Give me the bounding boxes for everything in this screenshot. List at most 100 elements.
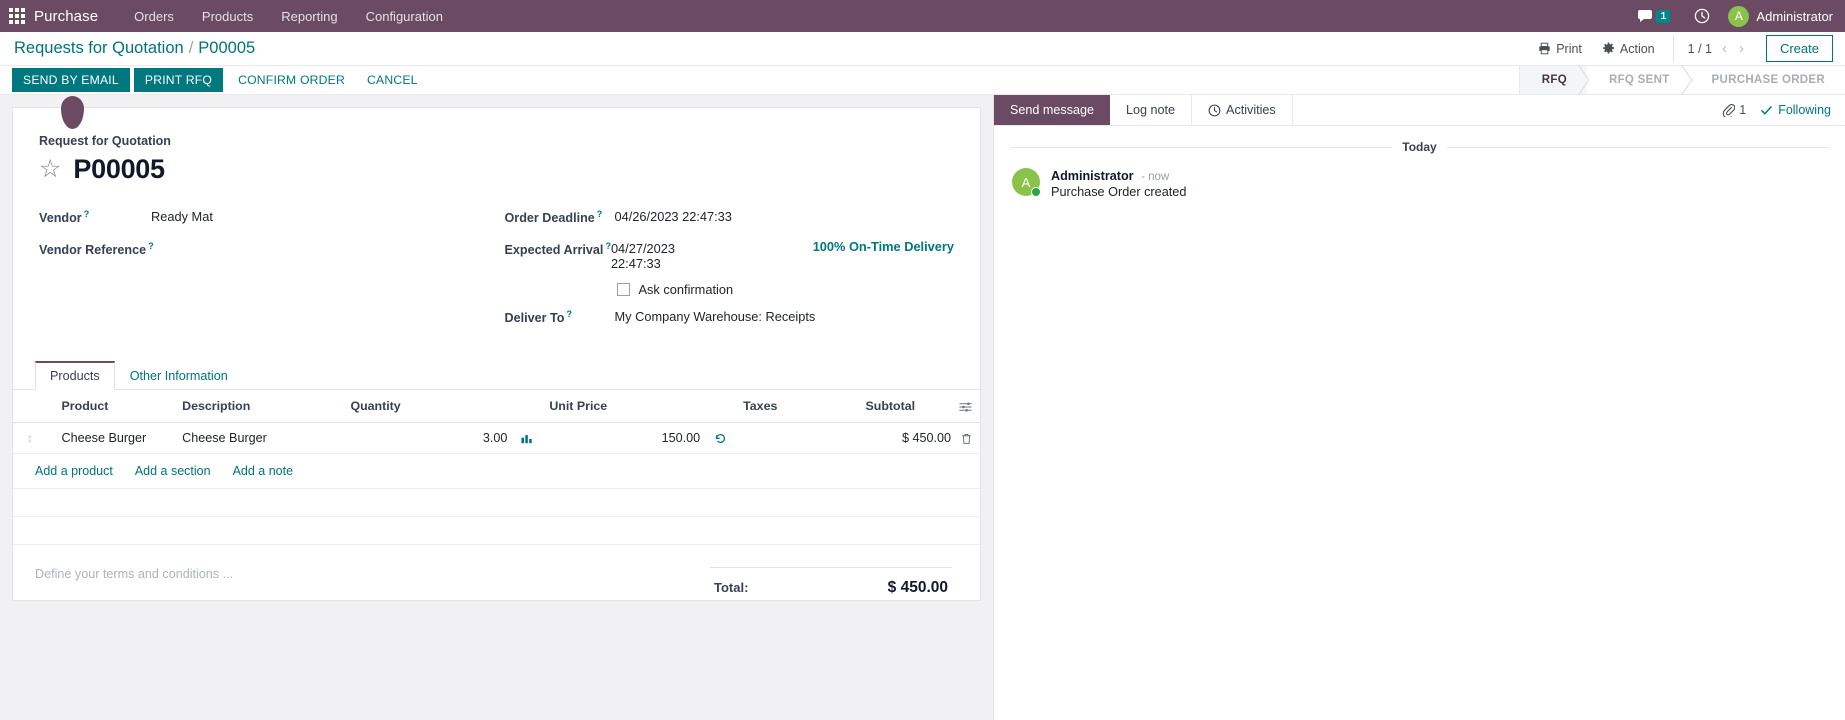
cell-subtotal: $ 450.00 <box>857 422 980 455</box>
unit-price-wrap: 150.00 <box>549 431 727 445</box>
star-outline-icon[interactable]: ☆ <box>39 157 61 182</box>
print-rfq-button[interactable]: PRINT RFQ <box>133 68 224 92</box>
chevron-right-icon[interactable]: › <box>1737 40 1746 57</box>
chatter-panel: Send message Log note Activities 1 Follo… <box>993 95 1845 720</box>
chevron-left-icon[interactable]: ‹ <box>1720 40 1729 57</box>
nav-menu-orders[interactable]: Orders <box>120 3 188 30</box>
field-expected-arrival-value[interactable]: 04/27/2023 22:47:33 <box>611 239 693 271</box>
field-ask-confirmation: Ask confirmation <box>505 275 955 303</box>
log-note-button[interactable]: Log note <box>1110 95 1191 125</box>
add-line-links: Add a product Add a section Add a note <box>13 454 980 490</box>
navbar-systray: 1 A Administrator <box>1625 5 1837 27</box>
cancel-button[interactable]: CANCEL <box>356 68 429 92</box>
following-toggle[interactable]: Following <box>1760 103 1831 117</box>
statusbar-buttons: SEND BY EMAIL PRINT RFQ CONFIRM ORDER CA… <box>0 66 1519 94</box>
add-a-product-link[interactable]: Add a product <box>35 464 113 478</box>
apps-grid-icon[interactable] <box>6 5 28 27</box>
table-row[interactable]: ↕ Cheese Burger Cheese Burger 3.00 150.0… <box>13 422 980 455</box>
paperclip-icon <box>1722 103 1736 117</box>
breadcrumb-root-link[interactable]: Requests for Quotation <box>14 39 184 58</box>
user-menu[interactable]: A Administrator <box>1722 5 1837 27</box>
breadcrumb: Requests for Quotation / P00005 <box>14 39 255 58</box>
send-by-email-button[interactable]: SEND BY EMAIL <box>12 68 130 92</box>
pager-value: 1 / 1 <box>1687 41 1712 56</box>
field-vendor-label-text: Vendor <box>39 211 82 226</box>
drag-handle-icon[interactable]: ↕ <box>21 431 33 445</box>
cell-product[interactable]: Cheese Burger <box>41 422 175 455</box>
trash-icon[interactable] <box>961 431 972 445</box>
cell-description[interactable]: Cheese Burger <box>174 422 343 455</box>
column-taxes[interactable]: Taxes <box>735 390 858 423</box>
send-message-button[interactable]: Send message <box>994 95 1111 125</box>
field-expected-arrival: Expected Arrival? 04/27/2023 22:47:33 10… <box>505 239 955 271</box>
activities-label: Activities <box>1226 103 1276 117</box>
message-body: Purchase Order created <box>1051 185 1187 199</box>
add-a-note-link[interactable]: Add a note <box>233 464 293 478</box>
ask-confirmation-checkbox[interactable] <box>616 282 630 296</box>
quantity-wrap: 3.00 <box>350 431 533 445</box>
column-product[interactable]: Product <box>41 390 175 423</box>
field-deliver-to-value[interactable]: My Company Warehouse: Receipts <box>615 307 816 324</box>
nav-menu-products[interactable]: Products <box>188 3 267 30</box>
activities-button[interactable]: Activities <box>1191 95 1293 125</box>
field-vendor-value[interactable]: Ready Mat <box>151 207 213 224</box>
create-button[interactable]: Create <box>1765 35 1833 62</box>
on-time-delivery-badge: 100% On-Time Delivery <box>812 239 954 254</box>
tab-other-information[interactable]: Other Information <box>115 361 243 390</box>
field-order-deadline-label-text: Order Deadline <box>504 211 595 226</box>
order-lines-head: Product Description Quantity Unit Price … <box>13 390 980 423</box>
confirm-order-button[interactable]: CONFIRM ORDER <box>227 68 356 92</box>
terms-and-conditions-input[interactable]: Define your terms and conditions ... <box>23 561 710 587</box>
help-icon[interactable]: ? <box>148 241 154 251</box>
attachment-counter[interactable]: 1 <box>1722 103 1746 117</box>
chatter-toolbar: Send message Log note Activities 1 Follo… <box>994 95 1845 126</box>
stage-purchase-order[interactable]: PURCHASE ORDER <box>1689 66 1845 94</box>
stage-rfq-sent[interactable]: RFQ SENT <box>1586 66 1690 94</box>
app-brand-purchase[interactable]: Purchase <box>34 8 98 25</box>
control-panel-left: Requests for Quotation / P00005 <box>0 32 1528 65</box>
message-header: Administrator - now <box>1051 169 1186 183</box>
check-icon <box>1761 105 1772 114</box>
field-order-deadline-value[interactable]: 04/26/2023 22:47:33 <box>615 207 732 224</box>
table-header-row: Product Description Quantity Unit Price … <box>13 390 980 423</box>
field-vendor-reference: Vendor Reference? <box>39 239 497 267</box>
cell-quantity[interactable]: 3.00 <box>342 422 542 455</box>
column-unit-price[interactable]: Unit Price <box>541 390 736 423</box>
nav-menu-configuration[interactable]: Configuration <box>352 3 457 30</box>
column-options-icon[interactable] <box>959 399 972 413</box>
row-drag-handle-cell: ↕ <box>13 422 42 455</box>
messages-badge-count: 1 <box>1656 9 1671 23</box>
clock-icon[interactable] <box>1682 8 1722 24</box>
chatter-toolbar-spacer <box>1293 95 1723 125</box>
message-author: Administrator <box>1051 169 1134 183</box>
forecast-report-icon[interactable] <box>521 431 533 445</box>
form-column: Request for Quotation ☆ P00005 Vendor? R… <box>0 95 993 720</box>
messages-icon[interactable]: 1 <box>1625 9 1682 23</box>
help-icon[interactable]: ? <box>84 209 90 219</box>
help-icon[interactable]: ? <box>566 309 572 319</box>
column-description[interactable]: Description <box>174 390 343 423</box>
totals-block: Total: $ 450.00 <box>710 561 970 597</box>
empty-filler-row <box>13 517 980 546</box>
form-right-column: Order Deadline? 04/26/2023 22:47:33 Expe… <box>497 207 955 339</box>
order-lines-body: ↕ Cheese Burger Cheese Burger 3.00 150.0… <box>13 422 980 455</box>
price-history-icon[interactable] <box>714 431 727 445</box>
cell-taxes[interactable] <box>735 422 858 455</box>
print-button[interactable]: Print <box>1528 39 1592 59</box>
form-sheet-inner: Request for Quotation ☆ P00005 Vendor? R… <box>13 108 980 339</box>
stage-rfq[interactable]: RFQ <box>1519 66 1587 94</box>
printer-icon <box>1539 42 1550 55</box>
chatter-thread: Today A Administrator - now Purchase Ord… <box>994 126 1845 213</box>
column-handle <box>13 390 42 423</box>
print-label: Print <box>1556 41 1582 56</box>
cell-unit-price[interactable]: 150.00 <box>541 422 736 455</box>
action-button[interactable]: Action <box>1592 39 1665 59</box>
help-icon[interactable]: ? <box>597 209 603 219</box>
page-title: P00005 <box>73 154 165 184</box>
column-quantity[interactable]: Quantity <box>342 390 542 423</box>
nav-menu-reporting[interactable]: Reporting <box>267 3 351 30</box>
field-vendor: Vendor? Ready Mat <box>39 207 497 235</box>
tab-products[interactable]: Products <box>35 361 115 390</box>
breadcrumb-row: Requests for Quotation / P00005 <box>0 32 1528 65</box>
add-a-section-link[interactable]: Add a section <box>135 464 211 478</box>
